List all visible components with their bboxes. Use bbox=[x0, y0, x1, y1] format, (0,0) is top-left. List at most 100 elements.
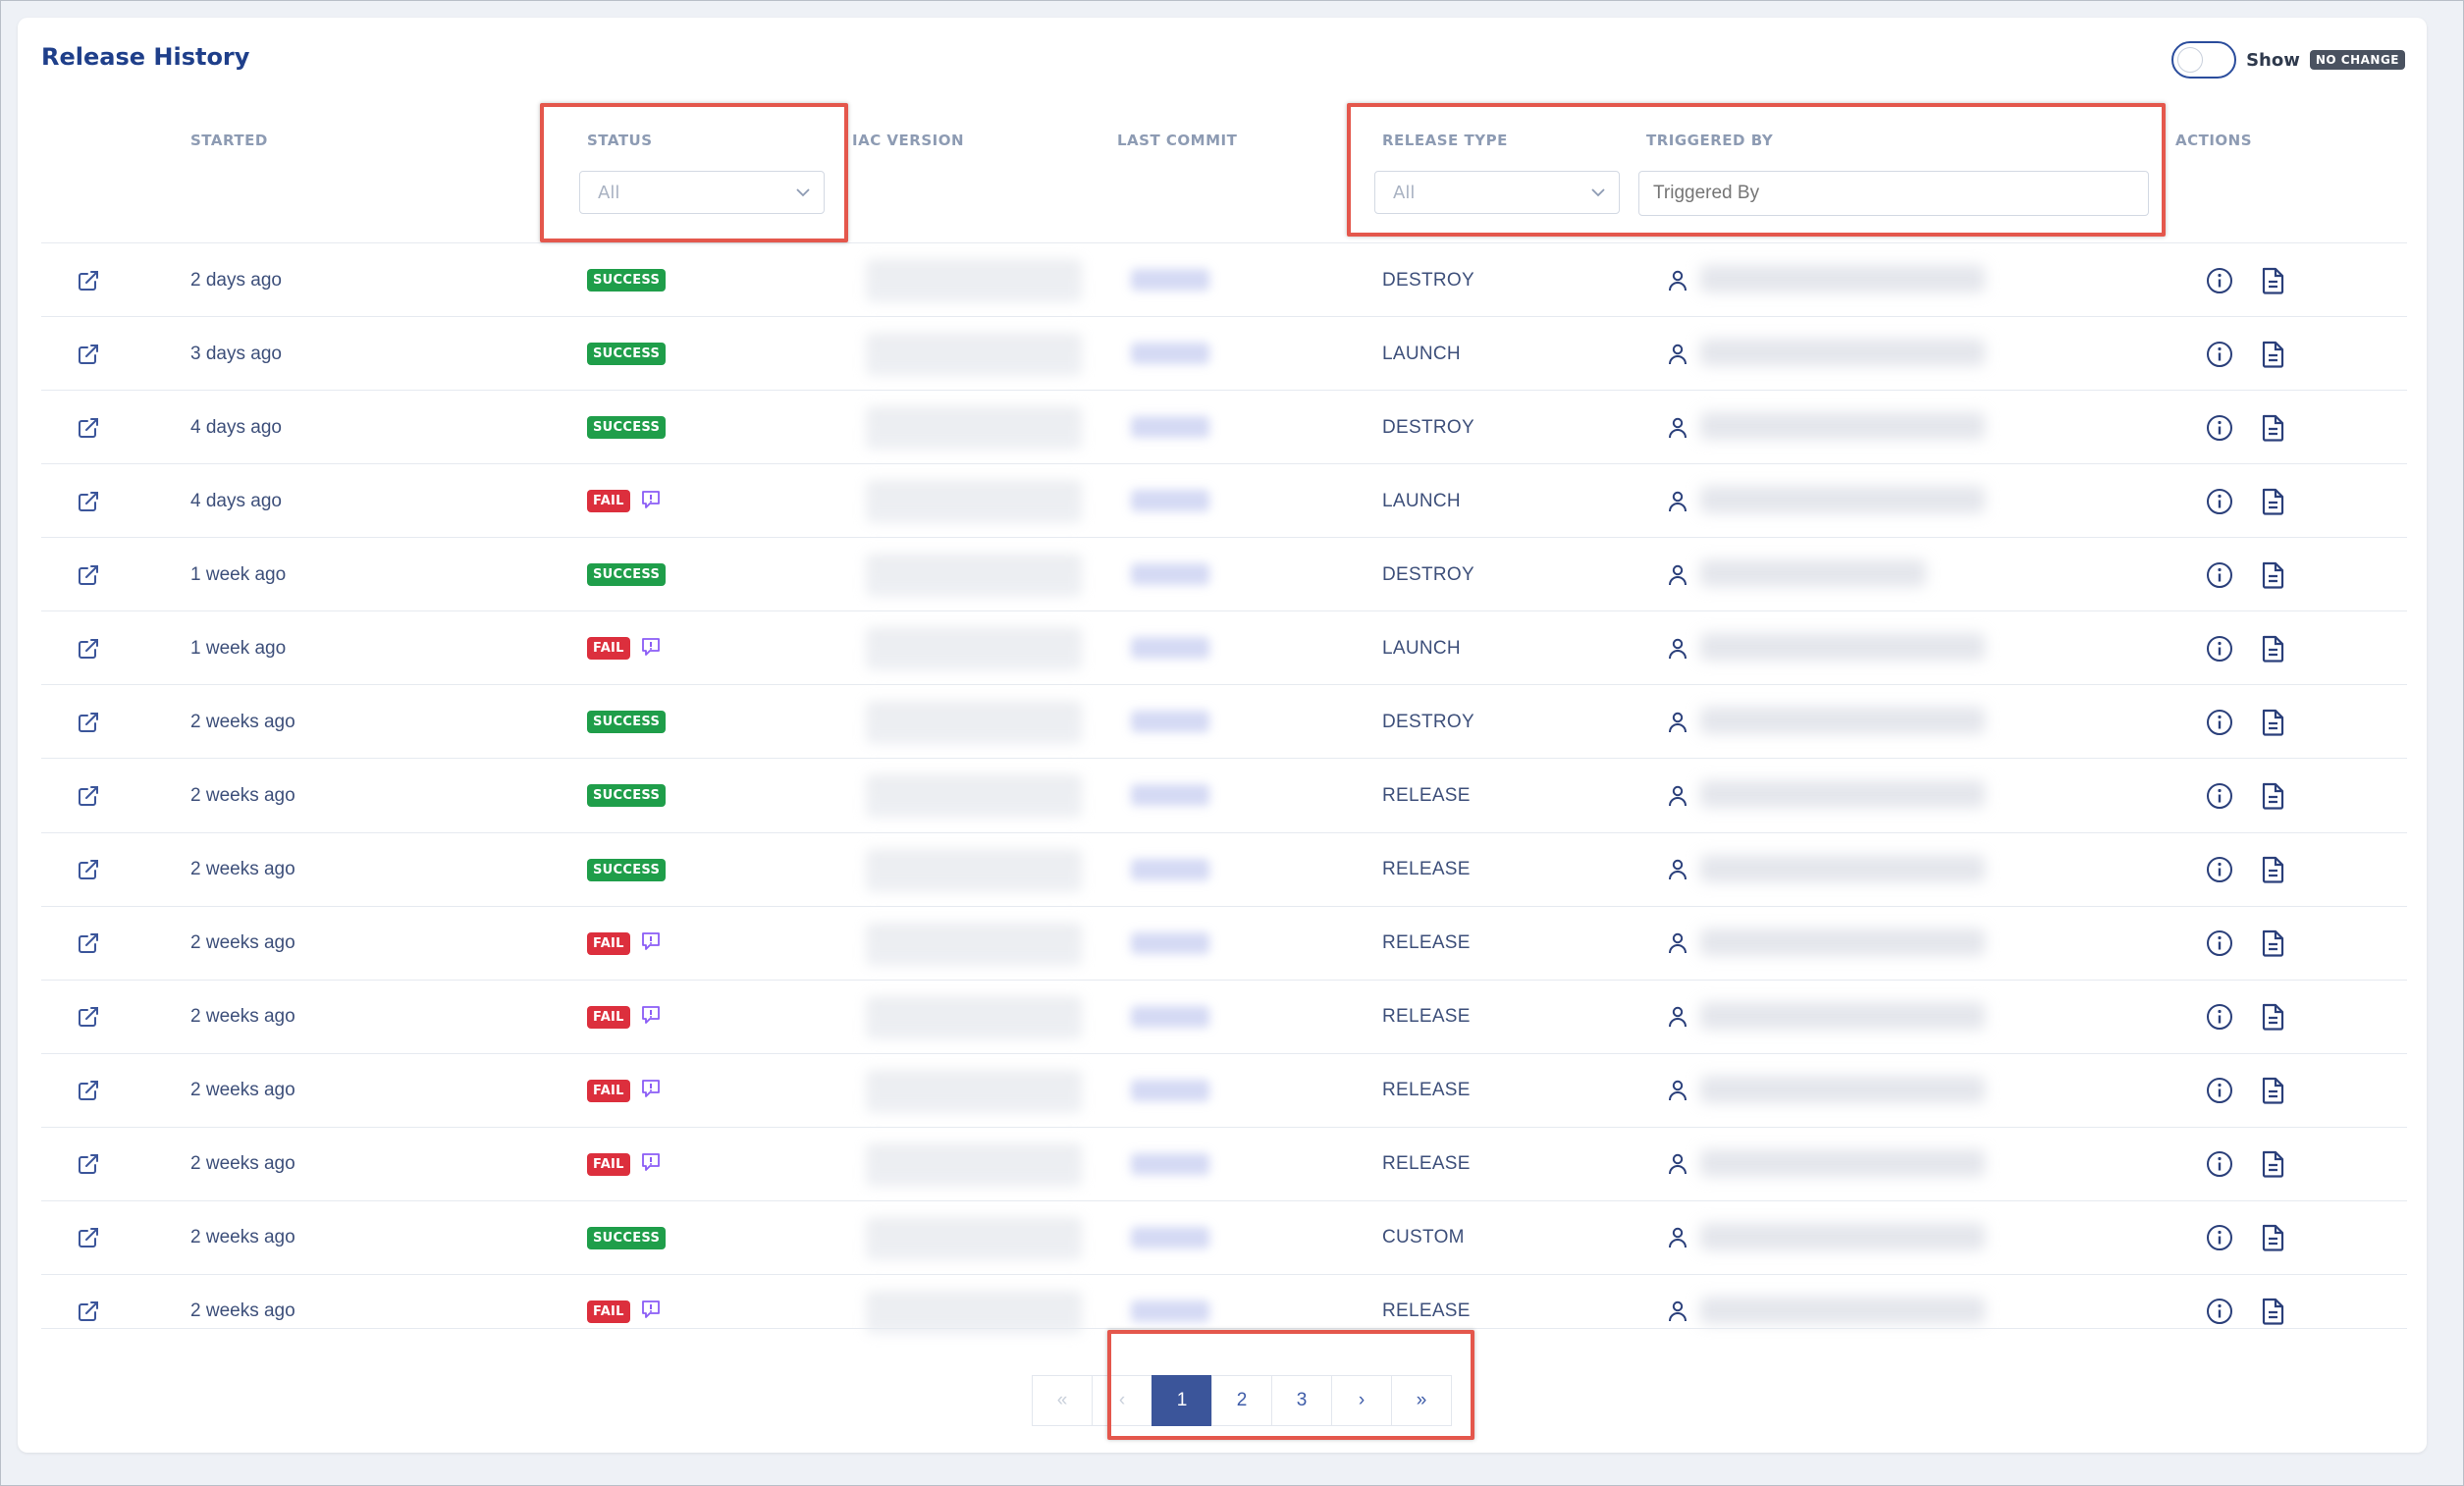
last-commit-redacted[interactable] bbox=[1131, 711, 1209, 733]
release-info-button[interactable] bbox=[2205, 538, 2234, 611]
last-commit-redacted[interactable] bbox=[1131, 858, 1209, 880]
open-release-link[interactable] bbox=[77, 907, 100, 981]
triggered-by-redacted bbox=[1700, 854, 1985, 882]
status-badge: FAIL bbox=[587, 1152, 630, 1176]
last-commit-redacted[interactable] bbox=[1131, 1226, 1209, 1248]
error-details-button[interactable] bbox=[640, 930, 662, 956]
user-icon bbox=[1669, 932, 1687, 954]
table-row: 4 days ago FAIL LAUNCH bbox=[41, 463, 2407, 538]
last-commit-redacted[interactable] bbox=[1131, 784, 1209, 807]
release-info-button[interactable] bbox=[2205, 1128, 2234, 1201]
next-page-button[interactable]: › bbox=[1331, 1375, 1392, 1426]
show-no-change-toggle[interactable] bbox=[2171, 41, 2237, 79]
release-info-button[interactable] bbox=[2205, 981, 2234, 1054]
open-release-link[interactable] bbox=[77, 243, 100, 317]
error-details-button[interactable] bbox=[640, 636, 662, 662]
release-info-button[interactable] bbox=[2205, 1054, 2234, 1128]
release-type: DESTROY bbox=[1382, 711, 1474, 732]
open-release-link[interactable] bbox=[77, 1201, 100, 1275]
table-row: 2 weeks ago FAIL RELEASE bbox=[41, 979, 2407, 1054]
page-1-button[interactable]: 1 bbox=[1152, 1375, 1212, 1426]
release-logs-button[interactable] bbox=[2260, 907, 2285, 981]
last-commit-redacted[interactable] bbox=[1131, 1300, 1209, 1322]
open-release-link[interactable] bbox=[77, 833, 100, 907]
release-info-button[interactable] bbox=[2205, 391, 2234, 464]
release-info-button[interactable] bbox=[2205, 317, 2234, 391]
last-page-button[interactable]: » bbox=[1391, 1375, 1452, 1426]
open-release-link[interactable] bbox=[77, 685, 100, 759]
external-link-icon bbox=[79, 1154, 98, 1175]
started-time: 2 weeks ago bbox=[190, 1006, 295, 1028]
last-commit-redacted[interactable] bbox=[1131, 343, 1209, 365]
open-release-link[interactable] bbox=[77, 759, 100, 832]
error-details-button[interactable] bbox=[640, 1004, 662, 1030]
release-info-button[interactable] bbox=[2205, 759, 2234, 832]
last-commit-redacted[interactable] bbox=[1131, 1079, 1209, 1101]
last-commit-redacted[interactable] bbox=[1131, 269, 1209, 291]
open-release-link[interactable] bbox=[77, 464, 100, 538]
release-info-button[interactable] bbox=[2205, 685, 2234, 759]
info-icon bbox=[2207, 1151, 2232, 1178]
release-logs-button[interactable] bbox=[2260, 685, 2285, 759]
release-logs-button[interactable] bbox=[2260, 981, 2285, 1054]
error-details-button[interactable] bbox=[640, 1299, 662, 1324]
last-commit-redacted[interactable] bbox=[1131, 637, 1209, 660]
status-badge: SUCCESS bbox=[587, 269, 667, 292]
last-commit-redacted[interactable] bbox=[1131, 563, 1209, 586]
iac-version-redacted bbox=[866, 1142, 1082, 1187]
release-info-button[interactable] bbox=[2205, 907, 2234, 981]
release-logs-button[interactable] bbox=[2260, 1128, 2285, 1201]
last-commit-redacted[interactable] bbox=[1131, 1152, 1209, 1175]
chevron-down-icon bbox=[1591, 188, 1605, 197]
info-icon bbox=[2207, 857, 2232, 883]
release-type-filter-select[interactable]: All bbox=[1374, 171, 1620, 214]
release-logs-button[interactable] bbox=[2260, 538, 2285, 611]
iac-version-redacted bbox=[866, 1069, 1082, 1113]
triggered-by-redacted bbox=[1700, 707, 1985, 735]
release-logs-button[interactable] bbox=[2260, 833, 2285, 907]
release-info-button[interactable] bbox=[2205, 611, 2234, 685]
error-details-button[interactable] bbox=[640, 1078, 662, 1103]
error-details-button[interactable] bbox=[640, 489, 662, 514]
last-commit-redacted[interactable] bbox=[1131, 416, 1209, 439]
release-info-button[interactable] bbox=[2205, 243, 2234, 317]
open-release-link[interactable] bbox=[77, 981, 100, 1054]
open-release-link[interactable] bbox=[77, 317, 100, 391]
started-time: 2 weeks ago bbox=[190, 932, 295, 954]
last-commit-redacted[interactable] bbox=[1131, 931, 1209, 954]
prev-page-button[interactable]: ‹ bbox=[1092, 1375, 1152, 1426]
release-logs-button[interactable] bbox=[2260, 464, 2285, 538]
started-time: 1 week ago bbox=[190, 637, 287, 659]
last-commit-redacted[interactable] bbox=[1131, 1005, 1209, 1028]
release-logs-button[interactable] bbox=[2260, 243, 2285, 317]
release-logs-button[interactable] bbox=[2260, 1054, 2285, 1128]
release-info-button[interactable] bbox=[2205, 1275, 2234, 1349]
info-icon bbox=[2207, 635, 2232, 662]
release-type: LAUNCH bbox=[1382, 343, 1461, 364]
error-details-button[interactable] bbox=[640, 1151, 662, 1177]
open-release-link[interactable] bbox=[77, 1054, 100, 1128]
release-logs-button[interactable] bbox=[2260, 1275, 2285, 1349]
status-filter-select[interactable]: All bbox=[579, 171, 825, 214]
first-page-button[interactable]: « bbox=[1032, 1375, 1093, 1426]
release-logs-button[interactable] bbox=[2260, 391, 2285, 464]
page-3-button[interactable]: 3 bbox=[1271, 1375, 1332, 1426]
release-logs-button[interactable] bbox=[2260, 317, 2285, 391]
release-logs-button[interactable] bbox=[2260, 611, 2285, 685]
release-logs-button[interactable] bbox=[2260, 759, 2285, 832]
open-release-link[interactable] bbox=[77, 1275, 100, 1349]
open-release-link[interactable] bbox=[77, 1128, 100, 1201]
last-commit-redacted[interactable] bbox=[1131, 490, 1209, 512]
release-info-button[interactable] bbox=[2205, 1201, 2234, 1275]
release-info-button[interactable] bbox=[2205, 464, 2234, 538]
release-info-button[interactable] bbox=[2205, 833, 2234, 907]
triggered-by-filter-input[interactable] bbox=[1638, 171, 2149, 216]
release-logs-button[interactable] bbox=[2260, 1201, 2285, 1275]
page-2-button[interactable]: 2 bbox=[1211, 1375, 1272, 1426]
info-icon bbox=[2207, 782, 2232, 809]
open-release-link[interactable] bbox=[77, 391, 100, 464]
open-release-link[interactable] bbox=[77, 611, 100, 685]
table-row: 4 days ago SUCCESS DESTROY bbox=[41, 390, 2407, 464]
user-icon bbox=[1669, 344, 1687, 364]
open-release-link[interactable] bbox=[77, 538, 100, 611]
